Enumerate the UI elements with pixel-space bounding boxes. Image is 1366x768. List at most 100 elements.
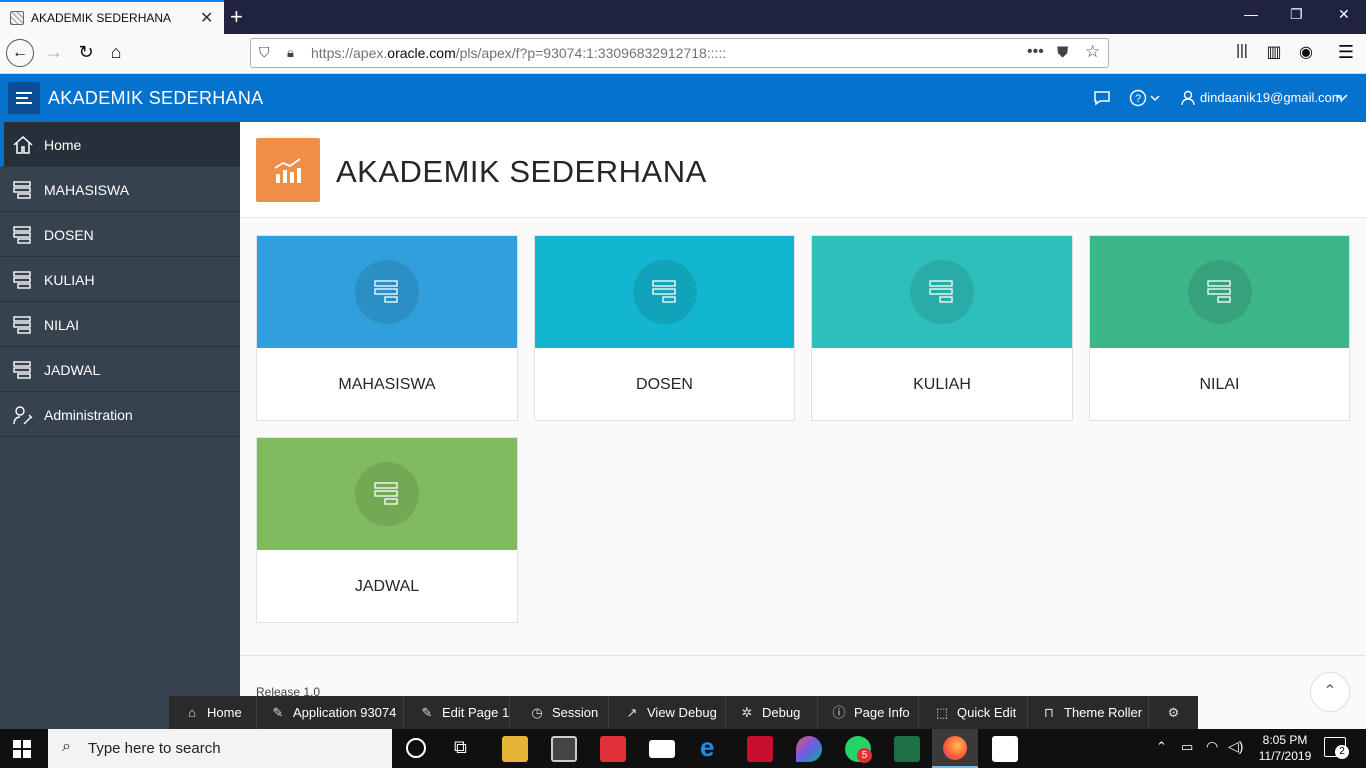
scroll-to-top-button[interactable]: ⌃ [1310,672,1350,712]
app-title[interactable]: AKADEMIK SEDERHANA [48,88,263,109]
page-actions-icon[interactable]: ••• [1027,43,1044,61]
mail-icon[interactable] [649,740,675,758]
sidebar-item-administration[interactable]: Administration [0,392,240,437]
search-icon: ⌕ [62,738,71,755]
dev-quick-edit-button[interactable]: ⬚ Quick Edit [919,696,1028,729]
chat-icon[interactable] [1093,90,1111,106]
view-debug-icon: ↗ [626,705,638,720]
card-header [535,236,794,348]
cortana-icon[interactable] [406,738,426,758]
dev-session-button[interactable]: ◷ Session [510,696,609,729]
sidebar-item-label: DOSEN [44,227,94,243]
card-nilai[interactable]: NILAI [1089,235,1350,421]
account-icon[interactable]: ◉ [1294,42,1318,62]
dev-edit-page-button[interactable]: ✎ Edit Page 1 [404,696,510,729]
browser-tab-strip: AKADEMIK SEDERHANA ✕ + — ❐ ✕ [0,0,1366,34]
paint3d-icon[interactable] [796,736,822,762]
sidebar-item-nilai[interactable]: NILAI [0,302,240,347]
shield-icon[interactable]: ⛉ [259,44,270,61]
file-explorer-icon[interactable] [502,736,528,762]
url-text[interactable]: https://apex.oracle.com/pls/apex/f?p=930… [311,45,726,61]
task-view-icon[interactable]: ⧉ [454,737,467,758]
nav-toggle-button[interactable] [8,82,40,114]
dev-settings-button[interactable]: ⚙ [1149,696,1198,729]
home-icon [13,135,33,154]
sidebar-item-dosen[interactable]: DOSEN [0,212,240,257]
system-clock[interactable]: 8:05 PM 11/7/2019 [1250,732,1320,764]
menu-icon[interactable]: ☰ [1334,42,1358,63]
svg-text:?: ? [1135,93,1141,105]
favicon-icon [10,11,24,25]
forward-icon[interactable]: → [42,42,66,63]
store-icon[interactable] [551,736,577,762]
close-tab-icon[interactable]: ✕ [200,8,213,28]
card-header [257,438,517,550]
card-dosen[interactable]: DOSEN [534,235,795,421]
info-icon: ⓘ [832,705,846,720]
gift-icon[interactable] [600,736,626,762]
home-icon[interactable]: ⌂ [104,42,128,63]
dev-debug-button[interactable]: ✲ Debug [726,696,818,729]
library-icon[interactable]: ||| [1230,42,1254,59]
new-tab-icon[interactable]: + [230,4,243,30]
taskbar-search[interactable]: ⌕ Type here to search [48,729,392,768]
sidebar-item-label: KULIAH [44,272,95,288]
tray-chevron-icon[interactable]: ⌃ [1156,739,1167,755]
firefox-taskbar-button[interactable] [932,729,978,768]
whatsapp-icon[interactable]: 5 [845,736,872,763]
acrobat-icon[interactable] [747,736,773,762]
restore-icon[interactable]: ❐ [1290,6,1303,23]
dev-theme-roller-button[interactable]: ⊓ Theme Roller [1028,696,1149,729]
wifi-icon[interactable]: ◠ [1206,738,1218,755]
address-bar[interactable]: ⛉ 🔒︎ https://apex.oracle.com/pls/apex/f?… [250,38,1109,68]
list-icon [13,271,31,289]
pocket-icon[interactable]: ⛊ [1057,44,1068,61]
back-icon[interactable]: ← [6,39,34,67]
sidebar-item-label: Home [44,137,82,153]
bookmark-star-icon[interactable]: ☆ [1085,42,1100,62]
app-header: AKADEMIK SEDERHANA ? dindaanik19@gmail.c… [0,74,1366,122]
battery-icon[interactable]: ▭ [1181,739,1193,755]
browser-toolbar: ← → ↻ ⌂ ⛉ 🔒︎ https://apex.oracle.com/pls… [0,34,1366,74]
card-header [1090,236,1349,348]
lock-icon[interactable]: 🔒︎ [287,45,294,61]
browser-tab[interactable]: AKADEMIK SEDERHANA ✕ [0,0,224,34]
main-content: AKADEMIK SEDERHANA MAHASISWA DOSEN KULIA… [240,122,1366,768]
card-mahasiswa[interactable]: MAHASISWA [256,235,518,421]
sidebar-item-kuliah[interactable]: KULIAH [0,257,240,302]
sidebar-item-jadwal[interactable]: JADWAL [0,347,240,392]
sidebar-item-label: MAHASISWA [44,182,130,198]
card-kuliah[interactable]: KULIAH [811,235,1073,421]
reload-icon[interactable]: ↻ [74,42,98,63]
bug-icon: ✲ [741,705,753,720]
user-icon[interactable] [1181,90,1195,106]
sidebar-item-home[interactable]: Home [0,122,240,167]
dev-view-debug-button[interactable]: ↗ View Debug [609,696,726,729]
firefox-icon [943,736,967,760]
window-close-icon[interactable]: ✕ [1338,6,1350,23]
card-jadwal[interactable]: JADWAL [256,437,518,623]
list-icon [13,361,31,379]
search-placeholder: Type here to search [88,740,221,757]
notification-center-icon[interactable]: 2 [1324,737,1349,759]
chevron-down-icon[interactable] [1336,94,1348,102]
excel-icon[interactable] [894,736,920,762]
user-menu[interactable]: dindaanik19@gmail.com [1200,90,1343,105]
dev-application-button[interactable]: ✎ Application 93074 [257,696,404,729]
list-icon [13,316,31,334]
chart-icon [256,138,320,202]
edge-icon[interactable]: e [700,732,714,763]
dev-page-info-button[interactable]: ⓘ Page Info [818,696,919,729]
photos-icon[interactable] [992,736,1018,762]
sidebar-toggle-icon[interactable]: ▥ [1262,42,1286,62]
sidebar-item-label: NILAI [44,317,80,333]
card-label: JADWAL [354,578,420,595]
windows-start-icon[interactable] [12,739,32,759]
side-navigation: Home MAHASISWA DOSEN KULIAH NILAI JADWAL… [0,122,240,768]
minimize-icon[interactable]: — [1244,6,1258,22]
dev-home-button[interactable]: ⌂ Home [169,696,257,729]
help-icon[interactable]: ? [1129,89,1165,107]
sidebar-item-mahasiswa[interactable]: MAHASISWA [0,167,240,212]
developer-toolbar: ⌂ Home ✎ Application 93074 ✎ Edit Page 1 ◷ S… [169,696,1198,729]
volume-icon[interactable]: ◁) [1228,738,1243,755]
